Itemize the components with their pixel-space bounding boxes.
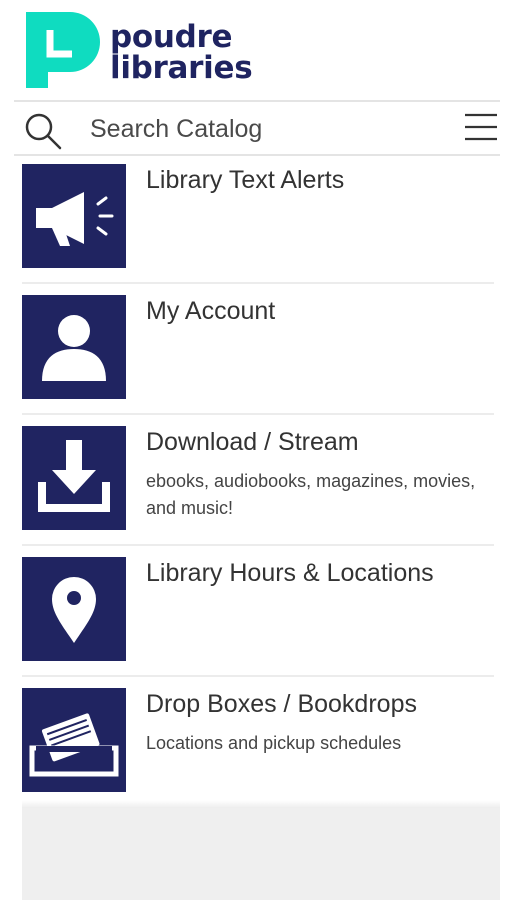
- menu-item-title: Download / Stream: [146, 428, 359, 456]
- divider: [22, 675, 494, 677]
- megaphone-icon: [36, 192, 114, 246]
- menu-item-text-alerts[interactable]: Library Text Alerts: [22, 160, 494, 268]
- search-bar: [14, 100, 500, 156]
- search-input[interactable]: [90, 110, 390, 148]
- person-icon: [42, 315, 106, 381]
- menu-tile[interactable]: [22, 688, 126, 792]
- menu-item-title: Library Text Alerts: [146, 166, 345, 194]
- divider: [22, 413, 494, 415]
- book-drop-icon: [29, 713, 119, 777]
- divider: [22, 544, 494, 546]
- search-icon[interactable]: [23, 111, 63, 151]
- menu-tile[interactable]: [22, 164, 126, 268]
- brand-name: poudre libraries: [110, 19, 253, 86]
- footer-area: [22, 808, 500, 900]
- menu-tile[interactable]: [22, 557, 126, 661]
- menu-item-title: Drop Boxes / Bookdrops: [146, 690, 417, 718]
- menu-item-subtitle: ebooks, audiobooks, magazines, movies, a…: [146, 471, 476, 518]
- map-pin-icon: [52, 577, 96, 643]
- hamburger-menu-icon[interactable]: [463, 110, 499, 146]
- menu-item-my-account[interactable]: My Account: [22, 291, 494, 399]
- menu-item-title: Library Hours & Locations: [146, 559, 434, 587]
- brand-name-line1: poudre: [110, 19, 233, 55]
- header: poudre libraries: [0, 0, 520, 100]
- menu-tile[interactable]: [22, 295, 126, 399]
- menu-item-subtitle: Locations and pickup schedules: [146, 733, 402, 753]
- brand-name-line2: libraries: [110, 50, 253, 86]
- menu-item-hours-locations[interactable]: Library Hours & Locations: [22, 553, 494, 661]
- menu-item-download-stream[interactable]: Download / Stream ebooks, audiobooks, ma…: [22, 422, 494, 530]
- menu-item-drop-boxes[interactable]: Drop Boxes / Bookdrops Locations and pic…: [22, 684, 494, 792]
- menu-item-title: My Account: [146, 297, 276, 325]
- divider: [22, 282, 494, 284]
- menu-tile[interactable]: [22, 426, 126, 530]
- download-icon: [38, 440, 110, 512]
- poudre-logo-icon[interactable]: [26, 12, 100, 88]
- app-screen: poudre libraries Search Catalog Library …: [0, 0, 520, 900]
